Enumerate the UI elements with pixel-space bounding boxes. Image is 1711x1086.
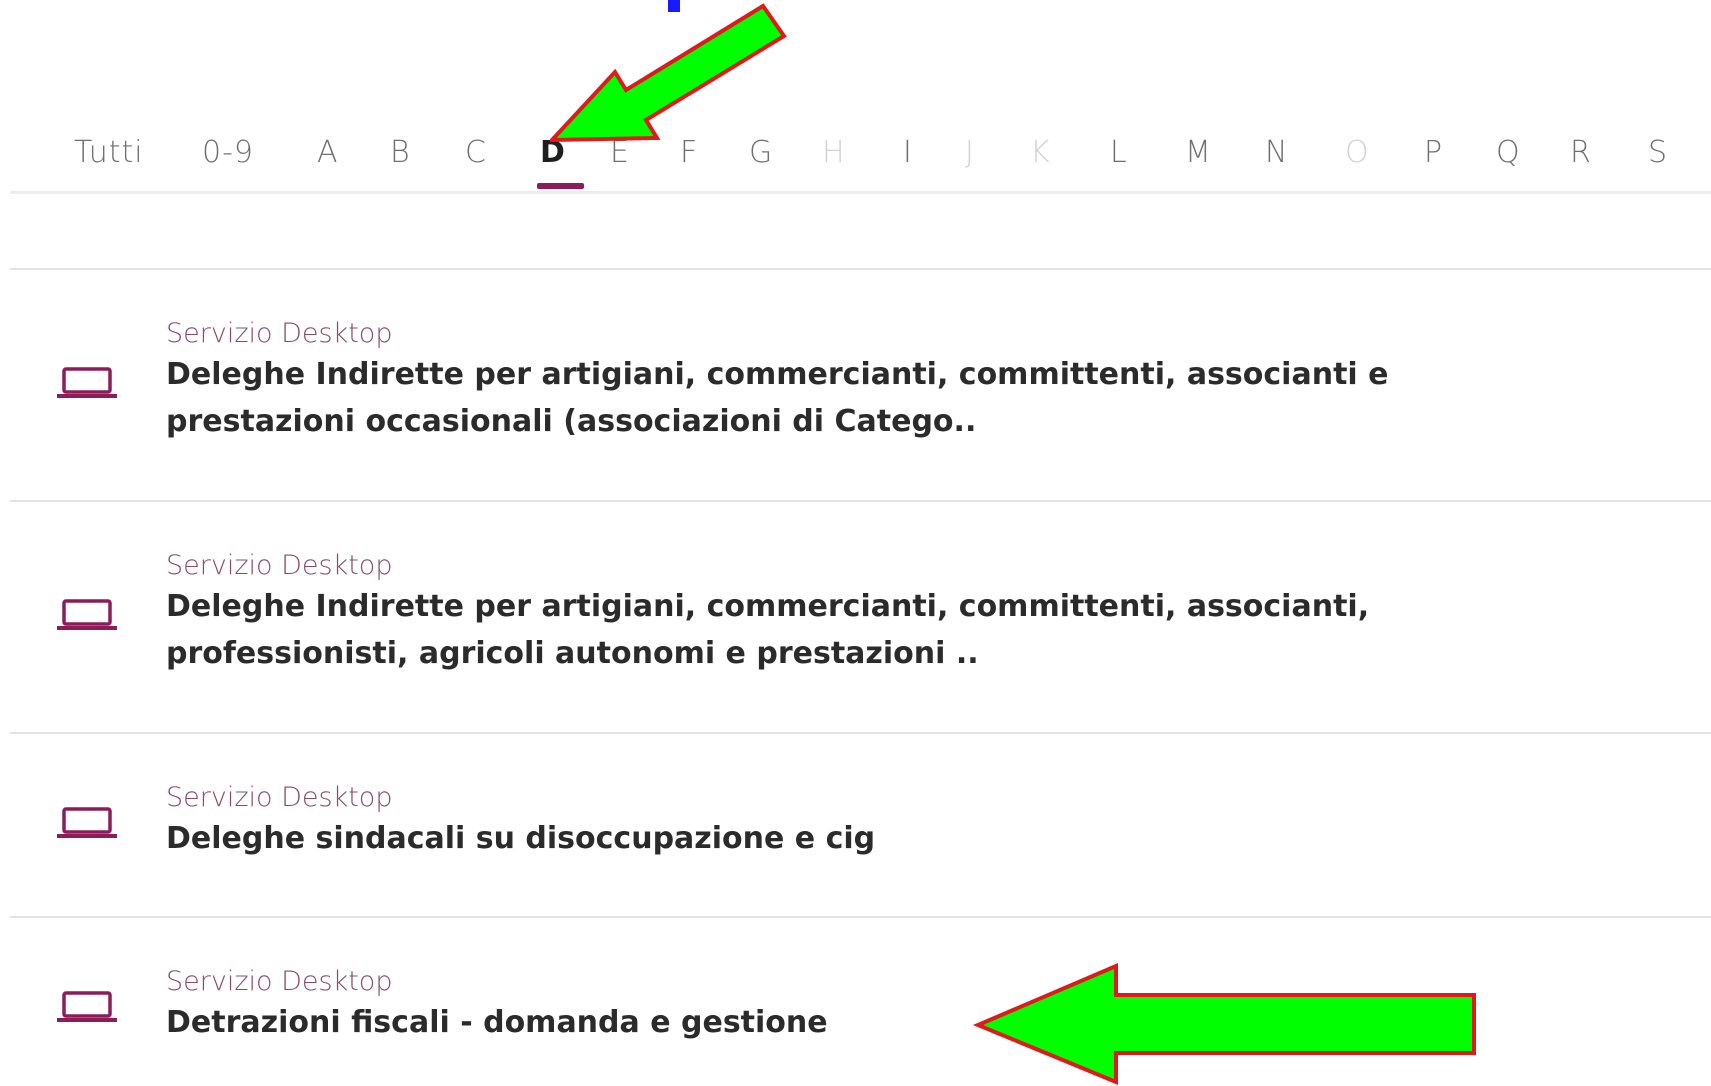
alpha-filter-k: K (1030, 135, 1051, 170)
alphabet-filter-bar: Tutti 0-9 A B C D E F G H I J K L M N O … (10, 125, 1711, 194)
annotation-arrow-to-filter-icon (550, 3, 787, 143)
laptop-icon (57, 367, 117, 398)
service-title-line: Deleghe sindacali su disoccupazione e ci… (166, 821, 876, 856)
service-type-label: Servizio Desktop (166, 782, 393, 813)
alpha-filter-b[interactable]: B (390, 135, 411, 170)
alpha-filter-s[interactable]: S (1648, 135, 1668, 170)
service-title-line: prestazioni occasionali (associazioni di… (166, 404, 977, 439)
list-separator (10, 500, 1711, 502)
alpha-filter-tutti[interactable]: Tutti (74, 135, 144, 170)
service-title-line: professionisti, agricoli autonomi e pres… (166, 636, 979, 671)
service-title-link[interactable]: Deleghe Indirette per artigiani, commerc… (166, 583, 1586, 677)
list-separator (10, 916, 1711, 918)
alpha-filter-q[interactable]: Q (1496, 135, 1521, 170)
service-title-line: Deleghe Indirette per artigiani, commerc… (166, 589, 1370, 624)
alpha-filter-j: J (965, 135, 975, 170)
service-title-line: Deleghe Indirette per artigiani, commerc… (166, 357, 1389, 392)
alpha-filter-p[interactable]: P (1424, 135, 1443, 170)
alpha-filter-h: H (822, 135, 846, 170)
laptop-icon (57, 991, 117, 1022)
laptop-icon (57, 599, 117, 630)
list-separator (10, 268, 1711, 270)
alpha-filter-i[interactable]: I (903, 135, 913, 170)
alpha-filter-n[interactable]: N (1265, 135, 1288, 170)
service-title-link[interactable]: Deleghe Indirette per artigiani, commerc… (166, 351, 1586, 445)
service-title-link[interactable]: Deleghe sindacali su disoccupazione e ci… (166, 815, 1586, 862)
alpha-filter-o: O (1345, 135, 1370, 170)
alpha-filter-a[interactable]: A (317, 135, 339, 170)
service-type-label: Servizio Desktop (166, 966, 393, 997)
laptop-icon (57, 807, 117, 838)
alpha-filter-m[interactable]: M (1185, 135, 1212, 170)
service-type-label: Servizio Desktop (166, 550, 393, 581)
alpha-filter-r[interactable]: R (1570, 135, 1592, 170)
active-filter-underline (537, 183, 584, 189)
alpha-filter-l[interactable]: L (1110, 135, 1128, 170)
service-type-label: Servizio Desktop (166, 318, 393, 349)
alpha-filter-c[interactable]: C (465, 135, 487, 170)
alpha-filter-0-9[interactable]: 0-9 (202, 135, 254, 170)
annotation-arrow-to-result-icon (972, 962, 1476, 1085)
list-separator (10, 732, 1711, 734)
